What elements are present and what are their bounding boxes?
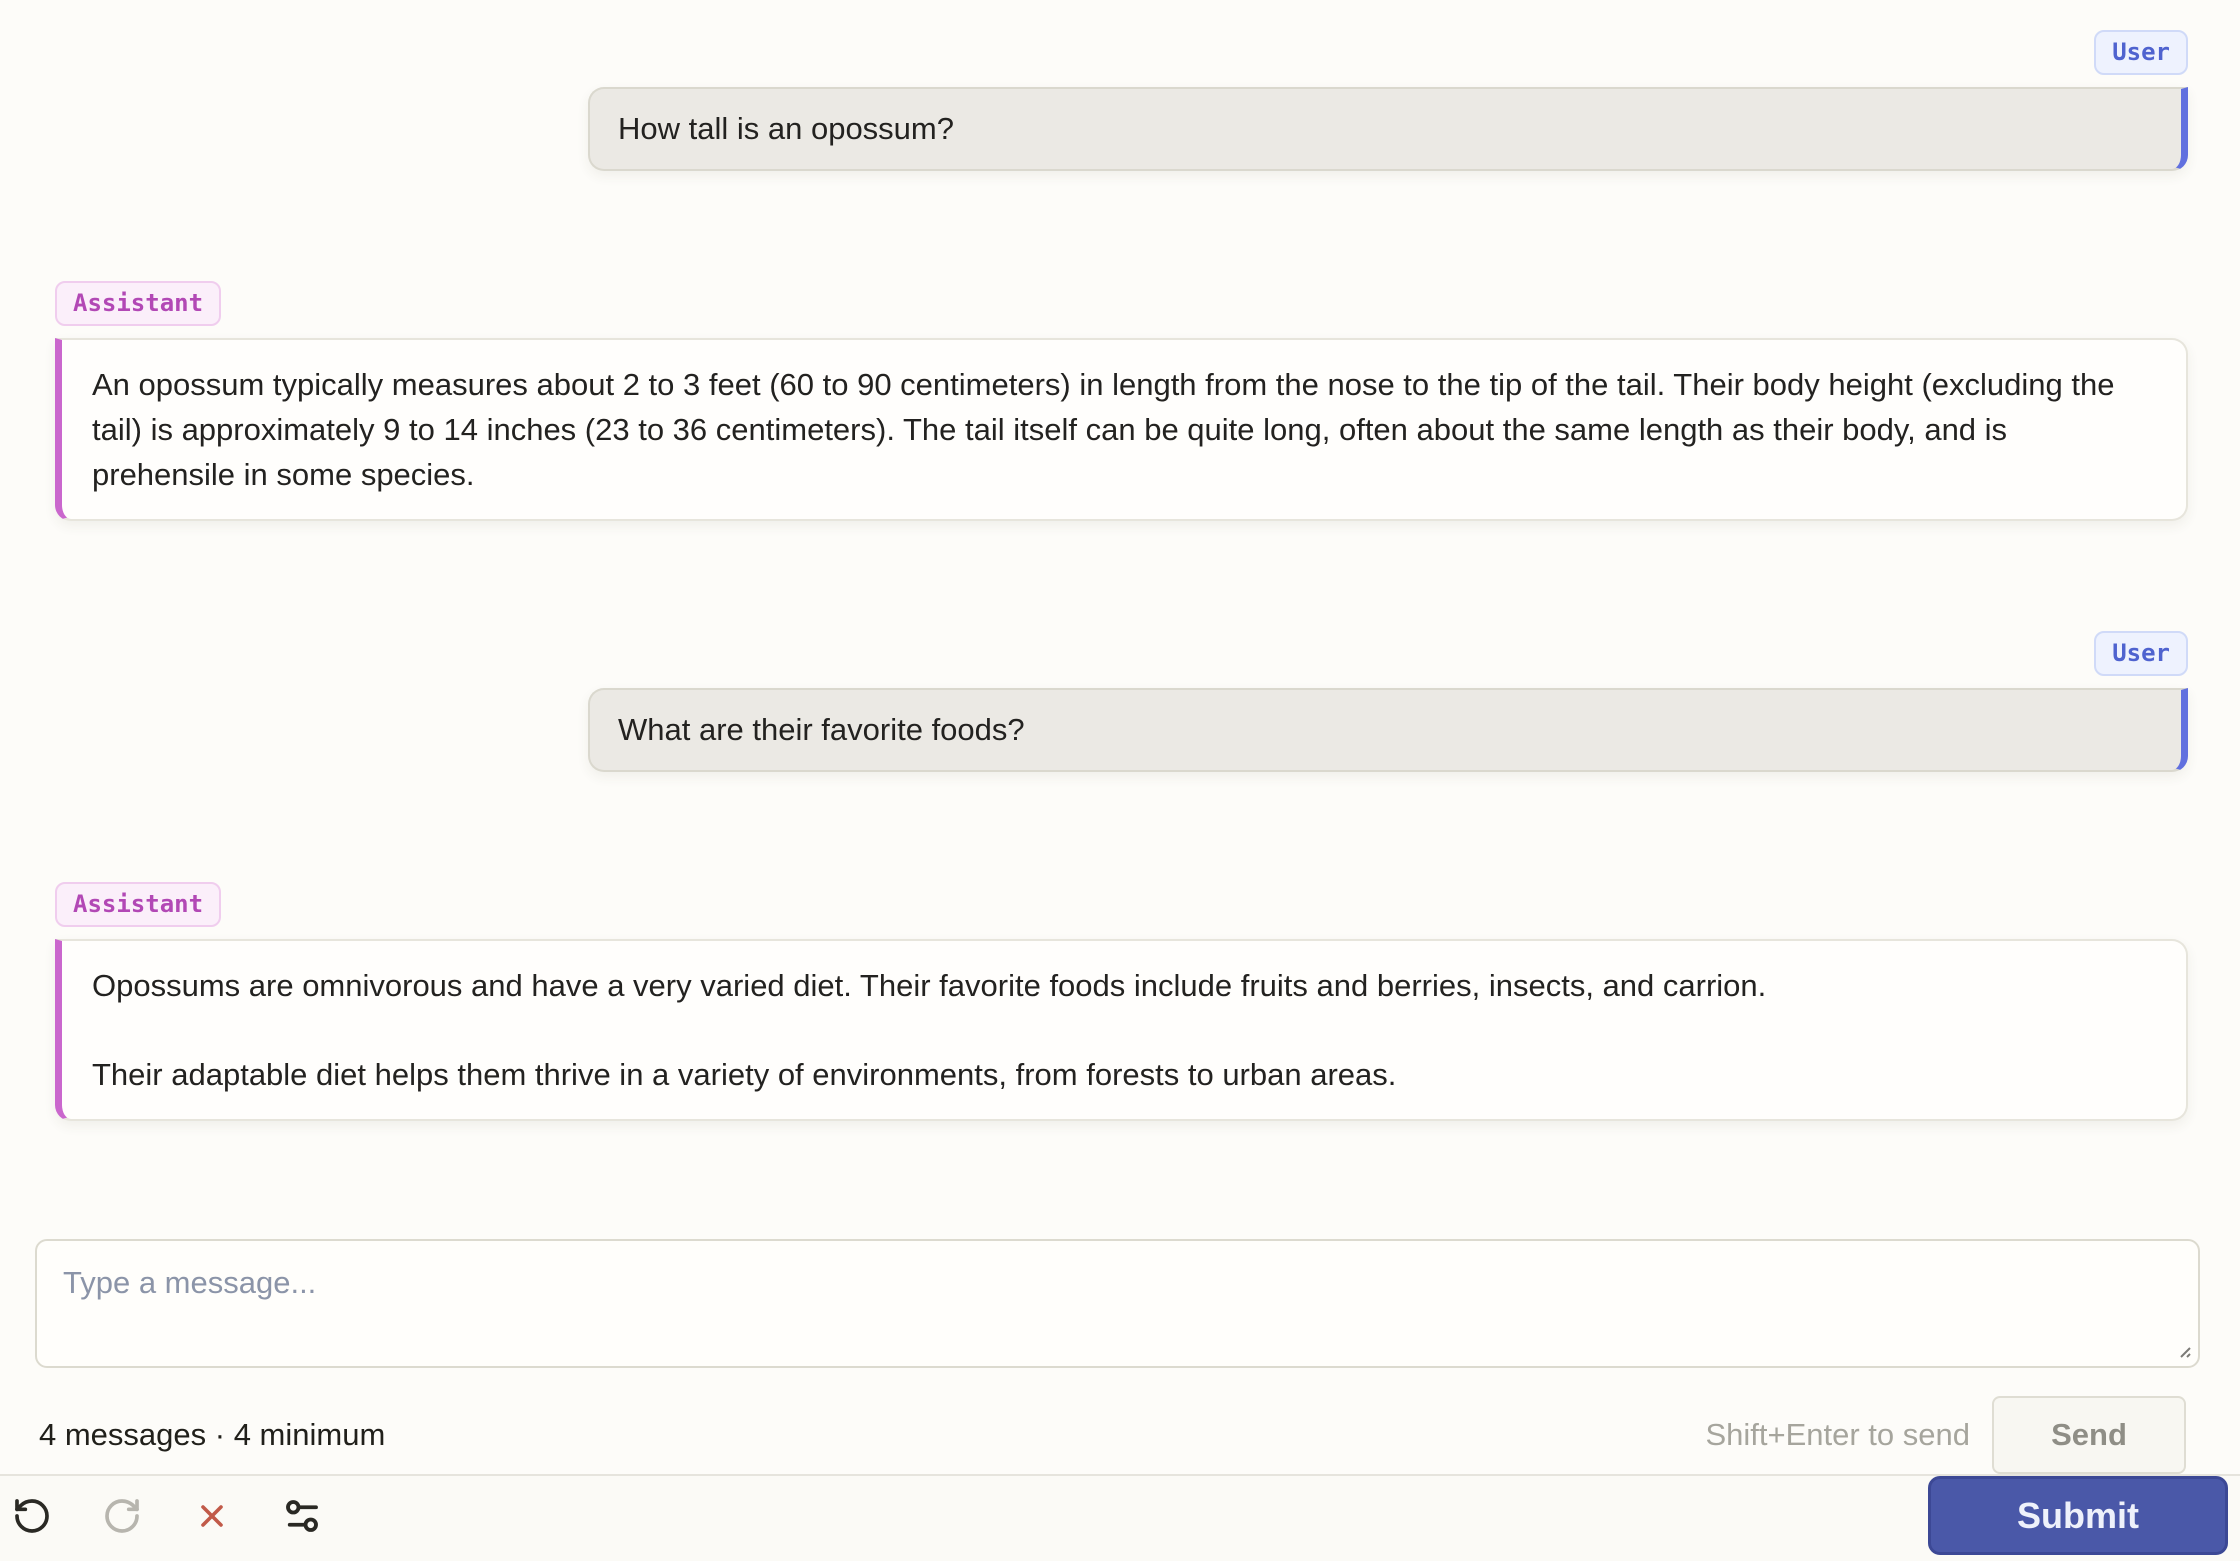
close-icon [201,1504,223,1527]
assistant-message-bubble: An opossum typically measures about 2 to… [55,338,2188,521]
send-button[interactable]: Send [1992,1396,2186,1474]
user-role-badge: User [2094,631,2188,676]
user-message-bubble: How tall is an opossum? [588,87,2188,171]
message-input-wrap [35,1239,2200,1368]
redo-button[interactable] [100,1494,144,1538]
assistant-role-badge: Assistant [55,882,222,927]
assistant-role-badge: Assistant [55,281,222,326]
resize-grip-icon[interactable] [2171,1338,2193,1360]
undo-icon [15,1498,49,1533]
assistant-message: Assistant Opossums are omnivorous and hav… [55,882,2188,1121]
redo-icon [105,1498,139,1533]
user-message: User How tall is an opossum? [55,30,2188,171]
message-text: Opossums are omnivorous and have a very … [92,968,1767,1003]
send-shortcut-hint: Shift+Enter to send [1705,1417,1970,1452]
message-text: What are their favorite foods? [618,712,1025,747]
message-text: An opossum typically measures about 2 to… [92,367,2115,492]
message-text: Their adaptable diet helps them thrive i… [92,1057,1397,1092]
undo-button[interactable] [10,1494,54,1538]
chat-annotation-page: User How tall is an opossum? Assistant An o… [0,0,2240,1561]
user-message-bubble: What are their favorite foods? [588,688,2188,772]
settings-button[interactable] [280,1494,324,1538]
submit-button[interactable]: Submit [1928,1476,2228,1555]
conversation-thread: User How tall is an opossum? Assistant An o… [0,0,2240,1121]
assistant-message: Assistant An opossum typically measures a… [55,281,2188,521]
composer-section: 4 messages · 4 minimum Shift+Enter to se… [35,1239,2200,1474]
settings-sliders-icon [286,1499,318,1532]
assistant-message-bubble: Opossums are omnivorous and have a very … [55,939,2188,1121]
message-text: How tall is an opossum? [618,111,954,146]
user-role-badge: User [2094,30,2188,75]
send-controls: Shift+Enter to send Send [1705,1396,2186,1474]
user-message: User What are their favorite foods? [55,631,2188,772]
message-input[interactable] [35,1239,2200,1368]
composer-status-row: 4 messages · 4 minimum Shift+Enter to se… [35,1396,2200,1474]
bottom-toolbar: Submit [0,1474,2240,1561]
message-count-status: 4 messages · 4 minimum [39,1417,386,1452]
discard-button[interactable] [190,1494,234,1538]
